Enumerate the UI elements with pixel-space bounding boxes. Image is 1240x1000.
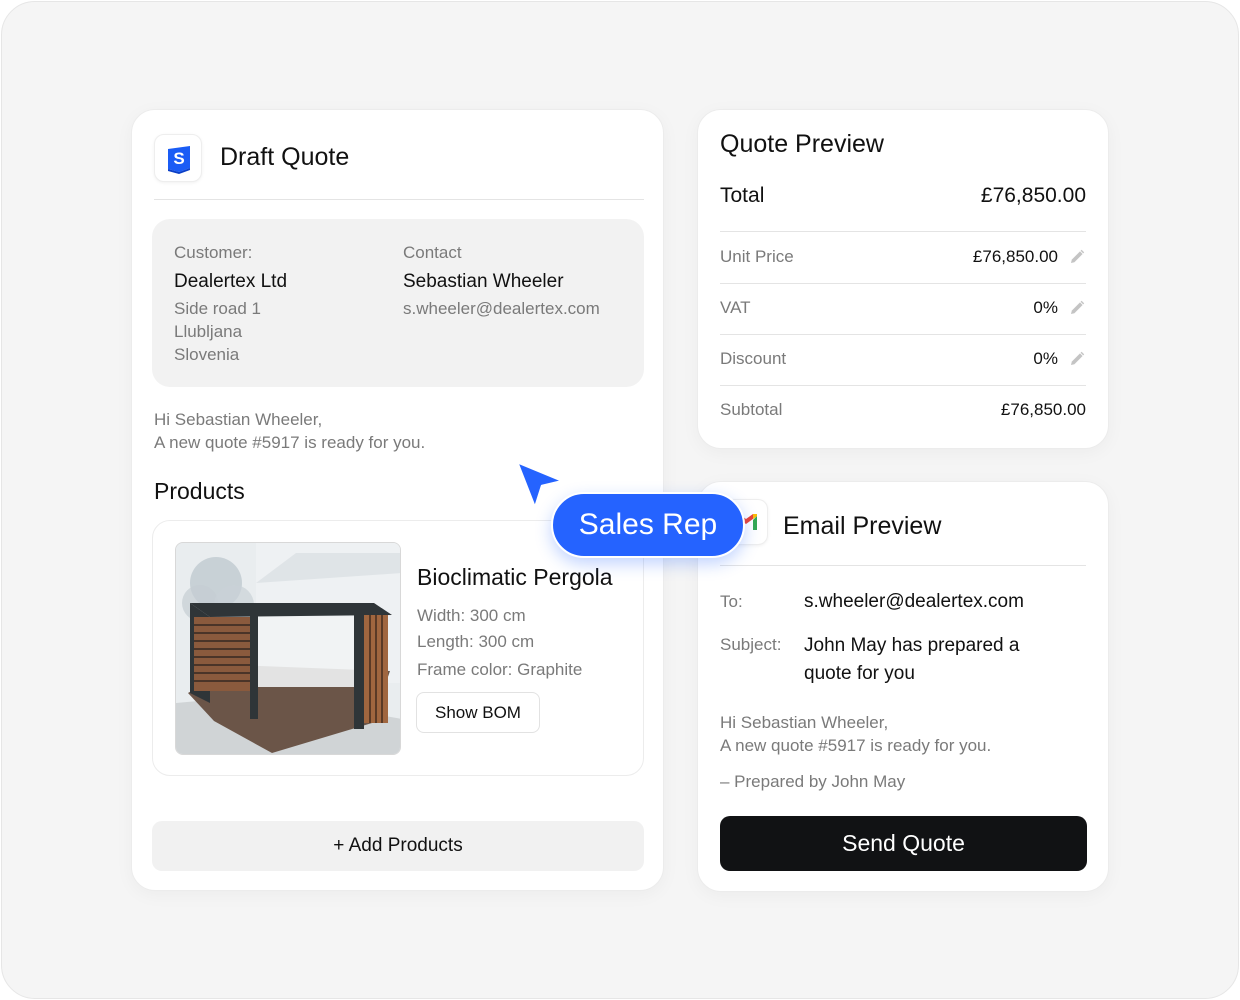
add-products-button[interactable]: + Add Products [152,821,644,871]
product-name: Bioclimatic Pergola [417,564,613,590]
customer-name: Dealertex Ltd [174,271,288,292]
show-bom-button[interactable]: Show BOM [416,692,540,733]
product-spec: Length: 300 cm [417,632,535,651]
quote-greeting: Hi Sebastian Wheeler, A new quote #5917 … [154,408,425,454]
quote-preview-title: Quote Preview [720,130,884,158]
greeting-line: Hi Sebastian Wheeler, [154,410,323,429]
product-spec: Width: 300 cm [417,606,526,625]
vat-value: 0% [1033,298,1058,317]
discount-row: Discount 0% [720,335,1086,386]
total-value: £76,850.00 [980,184,1086,207]
contact-name: Sebastian Wheeler [403,271,564,292]
customer-column: Customer: Dealertex Ltd Side road 1 Llub… [174,242,287,366]
quote-preview-card: Quote Preview Total £76,850.00 Unit Pric… [697,109,1109,449]
email-body: Hi Sebastian Wheeler, A new quote #5917 … [720,711,991,757]
send-quote-button[interactable]: Send Quote [720,816,1087,871]
sales-rep-badge: Sales Rep [551,492,745,558]
total-row: Total £76,850.00 [720,184,1086,232]
vat-label: VAT [720,298,751,317]
svg-text:S: S [173,149,184,168]
products-heading: Products [154,478,245,504]
pencil-icon[interactable] [1068,248,1086,266]
subtotal-label: Subtotal [720,400,783,419]
greeting-line: A new quote #5917 is ready for you. [154,433,426,452]
subtotal-row: Subtotal £76,850.00 [720,386,1086,437]
s-logo-icon: S [154,134,202,182]
discount-value: 0% [1033,349,1058,368]
subject-value: John May has prepared a quote for you [804,635,1020,684]
email-signature: – Prepared by John May [720,772,906,791]
customer-info-box: Customer: Dealertex Ltd Side road 1 Llub… [152,219,644,387]
email-preview-header: Email Preview [720,500,1086,566]
pencil-icon[interactable] [1068,299,1086,317]
unit-price-row: Unit Price £76,850.00 [720,233,1086,284]
subject-label: Subject: [720,635,782,654]
contact-column: Contact Sebastian Wheeler s.wheeler@deal… [403,242,600,320]
email-preview-title: Email Preview [783,512,942,540]
customer-address-line: Side road 1 [174,299,261,318]
contact-label: Contact [403,243,462,262]
discount-label: Discount [720,349,787,368]
pergola-product-image [175,542,401,755]
vat-row: VAT 0% [720,284,1086,335]
contact-email: s.wheeler@dealertex.com [403,299,600,318]
product-spec: Frame color: Graphite [417,660,583,679]
email-body-line: Hi Sebastian Wheeler, [720,713,889,732]
customer-address-line: Slovenia [174,345,240,364]
pencil-icon[interactable] [1068,350,1086,368]
customer-label: Customer: [174,243,253,262]
total-label: Total [720,184,765,207]
to-label: To: [720,592,743,611]
draft-quote-title: Draft Quote [220,143,350,171]
unit-price-label: Unit Price [720,247,794,266]
cursor-arrow-icon [515,460,565,510]
email-body-line: A new quote #5917 is ready for you. [720,736,992,755]
customer-address-line: Llubljana [174,322,243,341]
subtotal-value: £76,850.00 [1000,400,1086,419]
product-card[interactable]: Bioclimatic Pergola Width: 300 cm Length… [152,520,644,776]
unit-price-value: £76,850.00 [972,247,1058,266]
to-value: s.wheeler@dealertex.com [804,591,1024,612]
draft-quote-header: S Draft Quote [154,134,644,200]
